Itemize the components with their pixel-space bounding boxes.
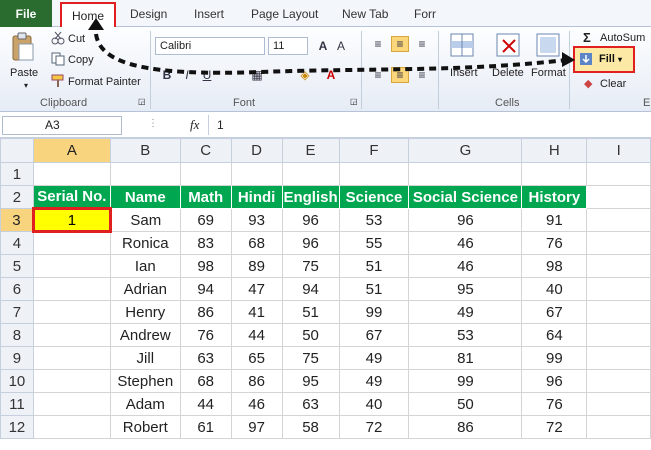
annotation-arrow [88, 18, 575, 75]
